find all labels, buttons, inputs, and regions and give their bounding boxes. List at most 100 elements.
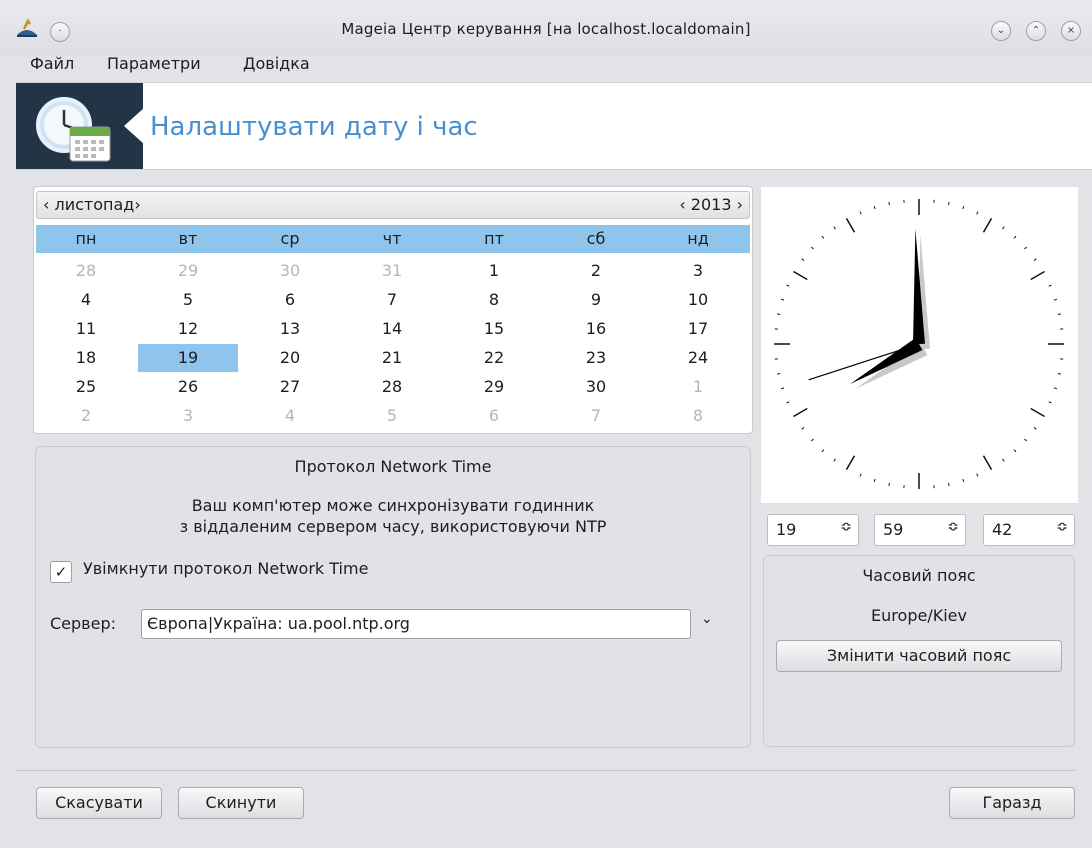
calendar-day[interactable]: 7 xyxy=(342,286,442,314)
calendar-day[interactable]: 6 xyxy=(444,402,544,430)
calendar-day[interactable]: 30 xyxy=(240,257,340,285)
ntp-enable-checkbox[interactable]: ✓ xyxy=(50,561,72,583)
calendar-day[interactable]: 22 xyxy=(444,344,544,372)
calendar-day[interactable]: 7 xyxy=(546,402,646,430)
calendar-day[interactable]: 18 xyxy=(36,344,136,372)
ntp-desc-line1: Ваш комп'ютер може синхронізувати годинн… xyxy=(191,496,595,515)
ntp-group: Протокол Network Time Ваш комп'ютер може… xyxy=(35,446,751,748)
calendar-day[interactable]: 8 xyxy=(648,402,748,430)
spin-arrows-icon[interactable]: ≎ xyxy=(840,519,852,535)
minute-tick xyxy=(786,284,790,287)
title-bar[interactable]: · Mageia Центр керування [на localhost.l… xyxy=(0,0,1092,73)
hour-tick xyxy=(982,455,993,470)
calendar-day[interactable]: 31 xyxy=(342,257,442,285)
calendar-day[interactable]: 17 xyxy=(648,315,748,343)
minute-tick xyxy=(1057,373,1061,375)
minute-tick xyxy=(833,226,836,230)
calendar-day-selected[interactable]: 19 xyxy=(138,344,238,372)
calendar-day[interactable]: 28 xyxy=(36,257,136,285)
page-title: Налаштувати дату і час xyxy=(150,112,478,142)
calendar-day[interactable]: 24 xyxy=(648,344,748,372)
calendar-day[interactable]: 29 xyxy=(444,373,544,401)
minute-tick xyxy=(821,449,825,453)
calendar-day[interactable]: 21 xyxy=(342,344,442,372)
minute-tick xyxy=(1002,226,1005,230)
hour-tick xyxy=(845,218,856,233)
spin-arrows-icon[interactable]: ≎ xyxy=(1056,519,1068,535)
close-button[interactable]: × xyxy=(1061,21,1081,41)
calendar-day[interactable]: 27 xyxy=(240,373,340,401)
calendar-day[interactable]: 4 xyxy=(36,286,136,314)
chevron-down-icon[interactable]: ⌄ xyxy=(701,611,713,627)
minimize-button[interactable]: ⌄ xyxy=(991,21,1011,41)
calendar-day[interactable]: 2 xyxy=(36,402,136,430)
calendar-day[interactable]: 15 xyxy=(444,315,544,343)
minute-tick xyxy=(810,438,814,442)
calendar-day[interactable]: 5 xyxy=(138,286,238,314)
calendar-day[interactable]: 5 xyxy=(342,402,442,430)
calendar-day[interactable]: 1 xyxy=(444,257,544,285)
calendar-day[interactable]: 12 xyxy=(138,315,238,343)
weekday-label: сб xyxy=(586,229,606,248)
calendar-day[interactable]: 3 xyxy=(648,257,748,285)
calendar-day[interactable]: 26 xyxy=(138,373,238,401)
server-value: Європа|Україна: ua.pool.ntp.org xyxy=(147,614,410,633)
year-selector[interactable]: ‹ 2013 › xyxy=(679,195,743,214)
calendar-day[interactable]: 1 xyxy=(648,373,748,401)
timezone-title: Часовий пояс xyxy=(862,566,976,585)
reset-button[interactable]: Скинути xyxy=(178,787,304,819)
calendar-day[interactable]: 20 xyxy=(240,344,340,372)
calendar-day[interactable]: 8 xyxy=(444,286,544,314)
calendar-day[interactable]: 9 xyxy=(546,286,646,314)
server-combobox[interactable]: Європа|Україна: ua.pool.ntp.org xyxy=(141,609,691,639)
ntp-description: Ваш комп'ютер може синхронізувати годинн… xyxy=(36,495,750,537)
control-center-window: · Mageia Центр керування [на localhost.l… xyxy=(0,0,1092,848)
weekday-label: пт xyxy=(484,229,504,248)
minute-tick xyxy=(948,482,950,486)
calendar-day[interactable]: 4 xyxy=(240,402,340,430)
second-spinbox[interactable]: 42 ≎ xyxy=(983,514,1075,546)
hour-tick xyxy=(793,407,808,418)
window-title: Mageia Центр керування [на localhost.loc… xyxy=(341,20,751,38)
calendar-day[interactable]: 30 xyxy=(546,373,646,401)
minute-tick xyxy=(1013,235,1017,239)
calendar-day[interactable]: 25 xyxy=(36,373,136,401)
spin-arrows-icon[interactable]: ≎ xyxy=(947,519,959,535)
hour-tick xyxy=(1030,270,1045,281)
calendar-day[interactable]: 13 xyxy=(240,315,340,343)
minute-tick xyxy=(801,427,805,430)
header-banner: Налаштувати дату і час xyxy=(16,82,1092,170)
minute-tick xyxy=(1033,427,1037,430)
weekday-label: пн xyxy=(75,229,97,248)
minute-spinbox[interactable]: 59 ≎ xyxy=(874,514,966,546)
calendar-day[interactable]: 10 xyxy=(648,286,748,314)
calendar-day[interactable]: 3 xyxy=(138,402,238,430)
ntp-enable-label[interactable]: Увімкнути протокол Network Time xyxy=(83,559,368,578)
change-timezone-button[interactable]: Змінити часовий пояс xyxy=(776,640,1062,672)
calendar-day[interactable]: 6 xyxy=(240,286,340,314)
menu-help[interactable]: Довідка xyxy=(243,54,310,73)
minute-tick xyxy=(1053,387,1058,390)
calendar-day[interactable]: 2 xyxy=(546,257,646,285)
cancel-button[interactable]: Скасувати xyxy=(36,787,162,819)
minute-tick xyxy=(859,211,862,215)
calendar-day[interactable]: 11 xyxy=(36,315,136,343)
hour-tick xyxy=(982,218,993,233)
menu-options[interactable]: Параметри xyxy=(107,54,201,73)
calendar-day[interactable]: 16 xyxy=(546,315,646,343)
hour-spinbox[interactable]: 19 ≎ xyxy=(767,514,859,546)
minute-tick xyxy=(1053,298,1058,301)
minute-tick xyxy=(786,401,790,404)
maximize-button[interactable]: ⌃ xyxy=(1026,21,1046,41)
calendar-day[interactable]: 29 xyxy=(138,257,238,285)
calendar-day[interactable]: 28 xyxy=(342,373,442,401)
month-selector[interactable]: ‹ листопад› xyxy=(43,195,141,214)
calendar-day[interactable]: 23 xyxy=(546,344,646,372)
minute-tick xyxy=(976,473,979,477)
ok-button[interactable]: Гаразд xyxy=(949,787,1075,819)
weekday-label: чт xyxy=(382,229,402,248)
minute-tick xyxy=(976,211,979,215)
calendar-day[interactable]: 14 xyxy=(342,315,442,343)
menu-file[interactable]: Файл xyxy=(30,54,74,73)
minute-tick xyxy=(873,205,876,210)
